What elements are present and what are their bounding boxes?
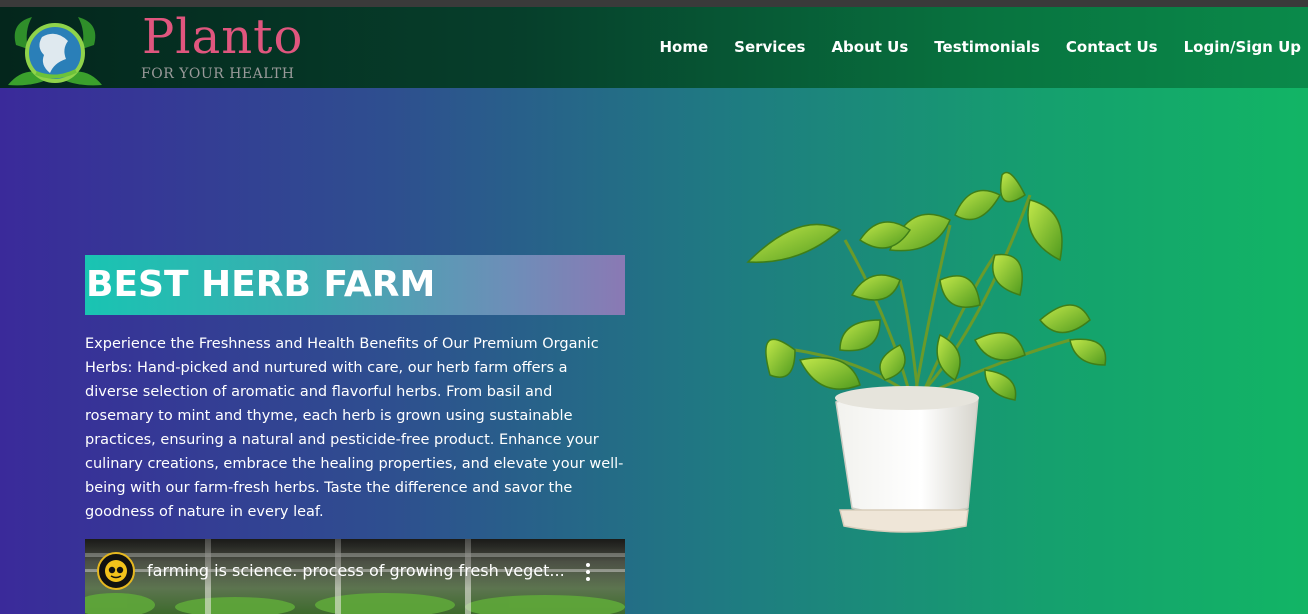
nav-menu: Home Services About Us Testimonials Cont… — [659, 38, 1301, 56]
video-title[interactable]: farming is science. process of growing f… — [147, 561, 567, 580]
brand-name[interactable]: Planto — [142, 7, 303, 67]
nav-link-services[interactable]: Services — [734, 38, 805, 56]
embedded-video[interactable]: farming is science. process of growing f… — [85, 539, 625, 614]
nav-link-about-us[interactable]: About Us — [831, 38, 908, 56]
nav-link-contact-us[interactable]: Contact Us — [1066, 38, 1158, 56]
browser-top-edge — [0, 0, 1308, 7]
channel-avatar-icon[interactable] — [97, 552, 135, 590]
nav-link-login-signup[interactable]: Login/Sign Up — [1184, 38, 1301, 56]
nav-link-home[interactable]: Home — [659, 38, 708, 56]
more-vertical-icon[interactable] — [583, 561, 593, 583]
nav-link-testimonials[interactable]: Testimonials — [934, 38, 1040, 56]
hero-title-box: BEST HERB FARM — [85, 255, 625, 315]
globe-leaf-icon[interactable] — [6, 15, 104, 89]
hero-title: BEST HERB FARM — [86, 264, 436, 305]
hero-description: Experience the Freshness and Health Bene… — [85, 336, 624, 520]
navbar: Planto FOR YOUR HEALTH Home Services Abo… — [0, 7, 1308, 88]
brand-tagline: FOR YOUR HEALTH — [141, 66, 295, 82]
potted-plant-image — [740, 170, 1120, 542]
